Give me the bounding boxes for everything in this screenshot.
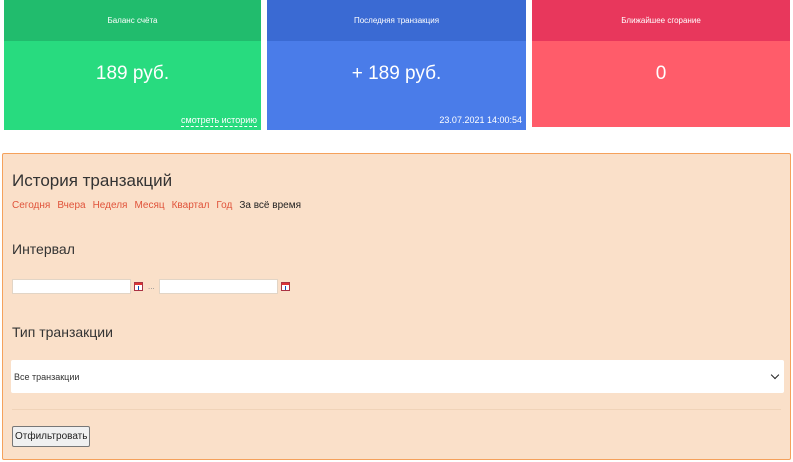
interval-title: Интервал [12,241,75,257]
transaction-history-panel: История транзакций Сегодня Вчера Неделя … [2,153,791,460]
period-month[interactable]: Месяц [134,200,164,211]
nearest-burn-card: Ближайшее сгорание 0 [532,0,790,127]
last-transaction-value: + 189 руб. [351,63,442,84]
last-transaction-card-body: + 189 руб. 23.07.2021 14:00:54 [267,41,526,130]
transaction-type-title: Тип транзакции [12,324,113,340]
period-year[interactable]: Год [216,200,232,211]
period-yesterday[interactable]: Вчера [57,200,85,211]
transaction-type-selected: Все транзакции [14,371,80,382]
transaction-type-select[interactable]: Все транзакции [11,360,784,393]
calendar-icon[interactable] [280,282,290,291]
history-title: История транзакций [12,171,173,190]
calendar-icon[interactable] [134,282,143,291]
nearest-burn-card-title: Ближайшее сгорание [532,0,790,41]
period-quarter[interactable]: Квартал [172,200,210,211]
period-today[interactable]: Сегодня [12,200,50,211]
date-separator: ... [148,282,155,291]
period-all-time[interactable]: За всё время [239,200,301,211]
chevron-down-icon [770,370,780,380]
period-week[interactable]: Неделя [93,200,128,211]
balance-card: Баланс счёта 189 руб. смотреть историю [4,0,261,130]
balance-card-footer: смотреть историю [181,115,257,127]
filter-button[interactable]: Отфильтровать [12,426,91,447]
view-history-link[interactable]: смотреть историю [181,115,257,127]
date-from-input[interactable] [12,279,131,294]
balance-value: 189 руб. [95,63,170,84]
nearest-burn-value: 0 [655,63,667,84]
divider [12,409,781,410]
date-interval: ... [12,279,290,294]
period-filter: Сегодня Вчера Неделя Месяц Квартал Год З… [12,200,301,211]
last-transaction-card-title: Последняя транзакция [267,0,526,41]
balance-card-title: Баланс счёта [4,0,261,41]
last-transaction-card: Последняя транзакция + 189 руб. 23.07.20… [267,0,526,130]
last-transaction-timestamp: 23.07.2021 14:00:54 [439,115,522,125]
balance-card-body: 189 руб. смотреть историю [4,41,261,130]
nearest-burn-card-body: 0 [532,41,790,127]
date-to-input[interactable] [158,279,278,294]
